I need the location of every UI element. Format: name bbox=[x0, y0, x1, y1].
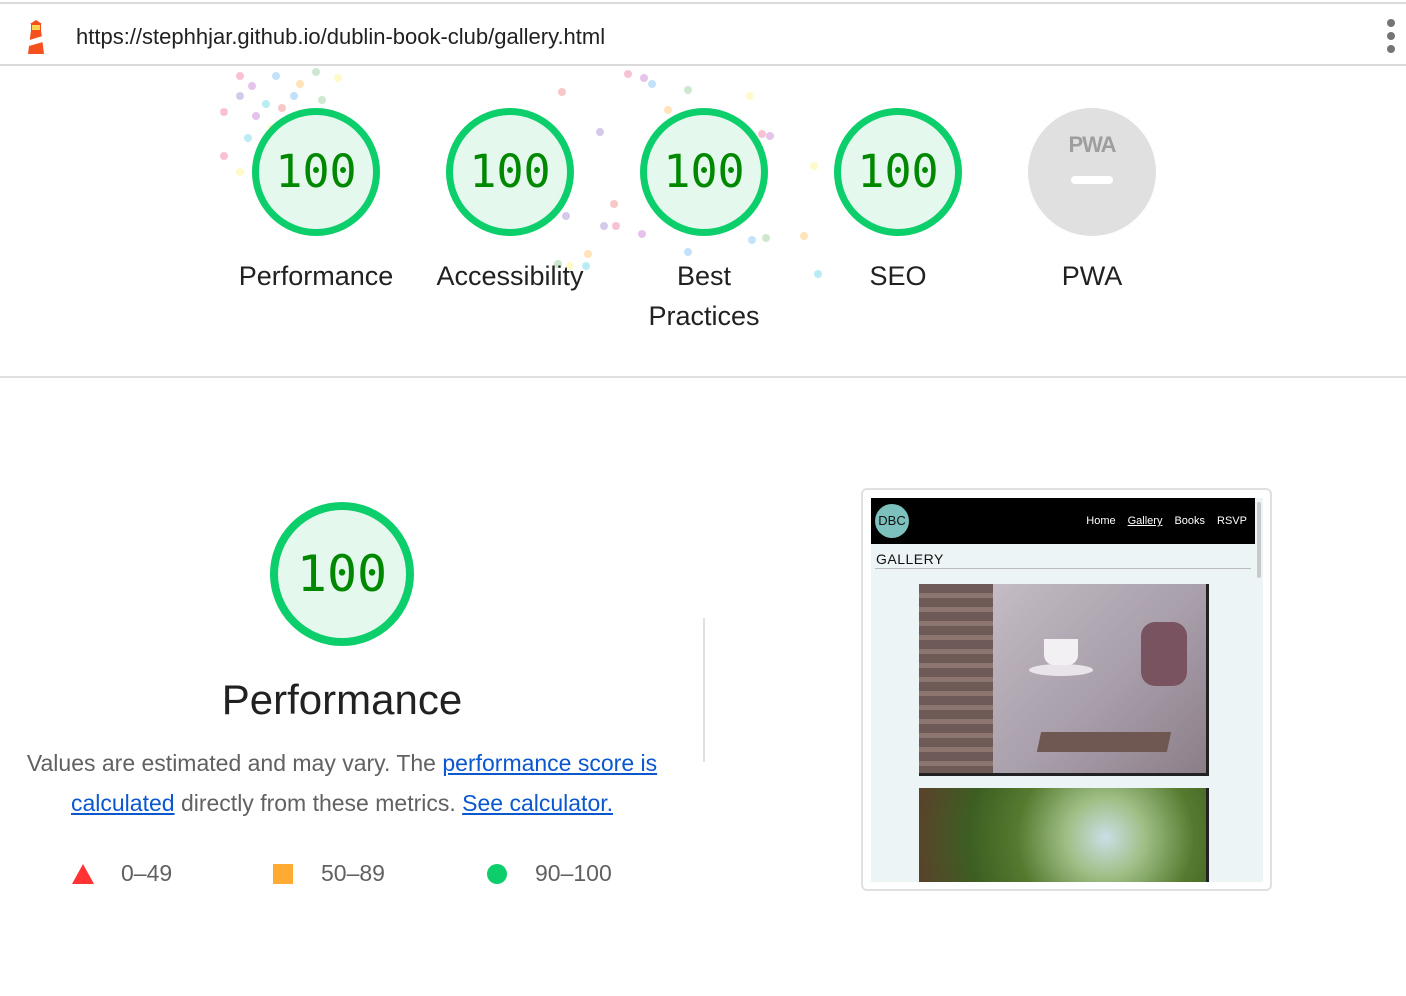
confetti-dot bbox=[810, 162, 818, 170]
confetti-dot bbox=[244, 134, 252, 142]
confetti-dot bbox=[624, 70, 632, 78]
photo-vase bbox=[1141, 622, 1187, 686]
gallery-photo-greenery bbox=[919, 788, 1209, 882]
confetti-dot bbox=[684, 86, 692, 94]
confetti-dot bbox=[334, 74, 342, 82]
gallery-photo-books-coffee bbox=[919, 584, 1209, 776]
page-url: https://stephhjar.github.io/dublin-book-… bbox=[76, 24, 606, 49]
legend-pass-label: 90–100 bbox=[535, 860, 612, 886]
confetti-dot bbox=[272, 72, 280, 80]
gauge-pwa[interactable]: PWA bbox=[1028, 108, 1156, 236]
confetti-dot bbox=[262, 100, 270, 108]
pwa-dash bbox=[1071, 176, 1113, 184]
gauge-score: 100 bbox=[663, 145, 745, 198]
confetti-dot bbox=[746, 92, 754, 100]
gauge-label-best-practices[interactable]: Best Practices bbox=[609, 256, 799, 336]
kebab-menu-icon[interactable] bbox=[1382, 19, 1400, 59]
photo-saucer bbox=[1029, 664, 1093, 676]
performance-score: 100 bbox=[296, 545, 388, 603]
gauge-accessibility[interactable]: 100 bbox=[446, 108, 574, 236]
confetti-dot bbox=[684, 248, 692, 256]
confetti-dot bbox=[248, 82, 256, 90]
screenshot-rule bbox=[875, 568, 1251, 569]
gauge-performance[interactable]: 100 bbox=[252, 108, 380, 236]
performance-description: Values are estimated and may vary. The p… bbox=[18, 743, 666, 823]
confetti-dot bbox=[558, 88, 566, 96]
screenshot-nav-books: Books bbox=[1174, 515, 1206, 527]
confetti-dot bbox=[648, 80, 656, 88]
screenshot-heading: GALLERY bbox=[876, 551, 944, 567]
confetti-dot bbox=[312, 68, 320, 76]
confetti-dot bbox=[600, 222, 608, 230]
confetti-dot bbox=[290, 92, 298, 100]
gauge-label-pwa[interactable]: PWA bbox=[997, 256, 1187, 296]
confetti-dot bbox=[800, 232, 808, 240]
screenshot-nav-links: Home Gallery Books RSVP bbox=[1074, 515, 1247, 527]
section-divider bbox=[0, 376, 1406, 378]
gauge-label-performance[interactable]: Performance bbox=[221, 256, 411, 296]
screenshot-nav-home: Home bbox=[1086, 515, 1116, 527]
url-bar: https://stephhjar.github.io/dublin-book-… bbox=[0, 2, 1406, 66]
photo-open-book bbox=[1036, 732, 1172, 752]
confetti-dot bbox=[640, 74, 648, 82]
screenshot-page: DBC Home Gallery Books RSVP GALLERY bbox=[871, 498, 1263, 882]
see-calculator-link[interactable]: See calculator. bbox=[462, 790, 613, 816]
gauge-label-seo[interactable]: SEO bbox=[803, 256, 993, 296]
lighthouse-icon bbox=[28, 20, 44, 54]
confetti-dot bbox=[612, 222, 620, 230]
circle-icon bbox=[487, 864, 507, 884]
confetti-dot bbox=[610, 200, 618, 208]
desc-text: Values are estimated and may vary. The bbox=[26, 750, 443, 776]
triangle-icon bbox=[72, 864, 94, 884]
final-screenshot[interactable]: DBC Home Gallery Books RSVP GALLERY bbox=[861, 488, 1272, 891]
square-icon bbox=[273, 864, 293, 884]
gauge-label-accessibility[interactable]: Accessibility bbox=[415, 256, 605, 296]
screenshot-scrollbar bbox=[1257, 502, 1261, 578]
gauge-score: 100 bbox=[275, 145, 357, 198]
screenshot-nav-rsvp: RSVP bbox=[1217, 515, 1247, 527]
photo-cup bbox=[1044, 639, 1078, 665]
legend-average-label: 50–89 bbox=[321, 860, 385, 886]
gauge-seo[interactable]: 100 bbox=[834, 108, 962, 236]
confetti-dot bbox=[296, 80, 304, 88]
confetti-dot bbox=[748, 236, 756, 244]
vertical-separator bbox=[703, 618, 705, 762]
confetti-dot bbox=[596, 128, 604, 136]
confetti-dot bbox=[220, 108, 228, 116]
photo-books bbox=[919, 584, 993, 773]
gauge-score: 100 bbox=[857, 145, 939, 198]
screenshot-nav-gallery: Gallery bbox=[1127, 515, 1163, 527]
gauge-score: 100 bbox=[469, 145, 551, 198]
gauge-best-practices[interactable]: 100 bbox=[640, 108, 768, 236]
performance-title: Performance bbox=[221, 676, 463, 723]
screenshot-logo: DBC bbox=[875, 504, 909, 538]
pwa-badge-icon: PWA bbox=[1068, 132, 1116, 157]
confetti-dot bbox=[236, 72, 244, 80]
confetti-dot bbox=[220, 152, 228, 160]
confetti-dot bbox=[318, 96, 326, 104]
confetti-dot bbox=[236, 92, 244, 100]
desc-text: directly from these metrics. bbox=[174, 790, 463, 816]
screenshot-navbar: DBC Home Gallery Books RSVP bbox=[871, 498, 1255, 544]
legend-fail-label: 0–49 bbox=[121, 860, 173, 886]
performance-gauge: 100 bbox=[270, 502, 414, 646]
confetti-dot bbox=[236, 168, 244, 176]
